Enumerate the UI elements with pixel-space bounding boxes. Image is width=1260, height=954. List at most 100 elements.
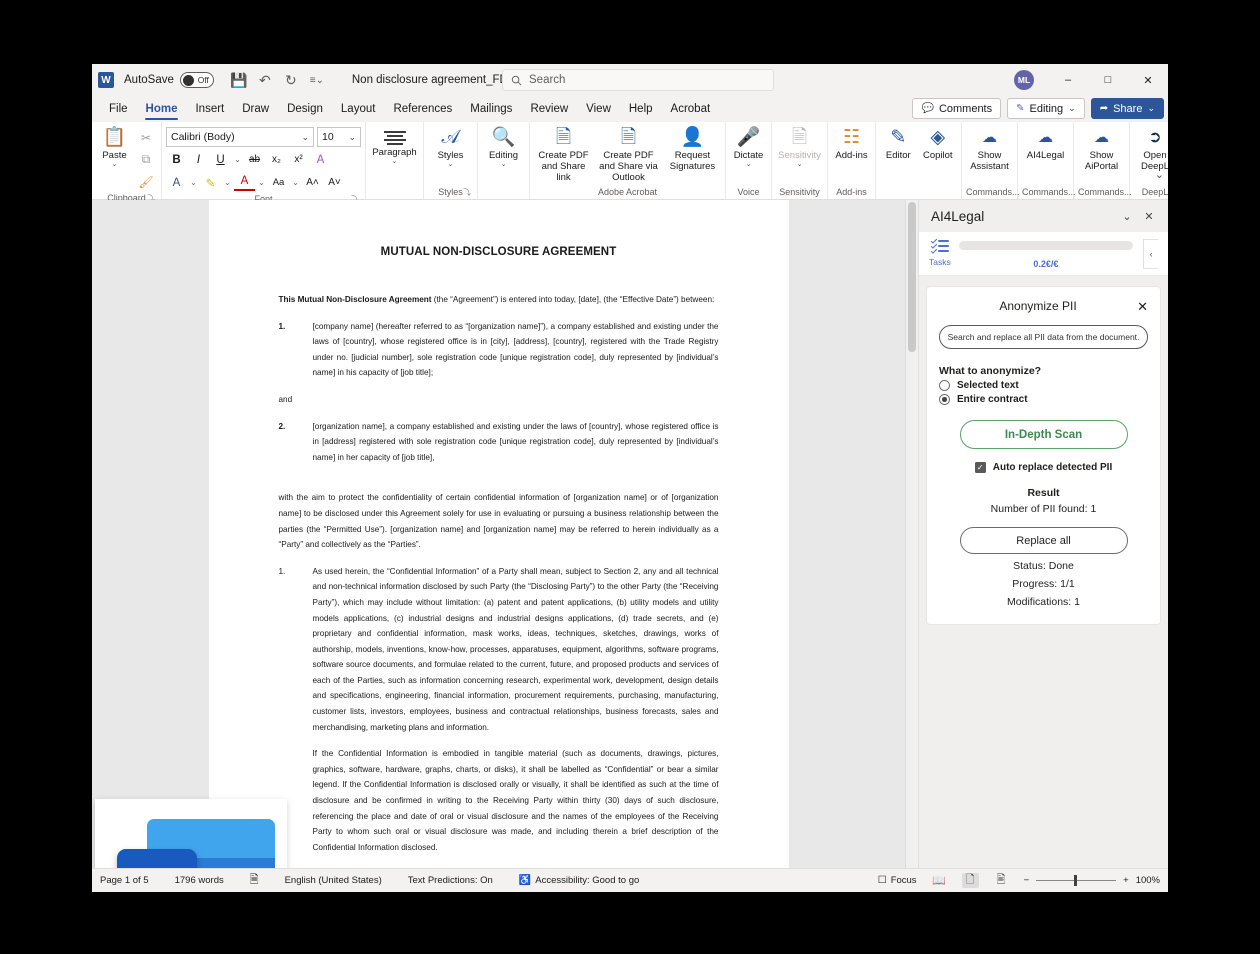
tab-draw[interactable]: Draw (233, 96, 278, 122)
page-indicator[interactable]: Page 1 of 5 (100, 875, 149, 886)
radio-option-entire-contract[interactable]: Entire contract (939, 394, 1028, 405)
comments-button[interactable]: 💬 Comments (912, 98, 1002, 119)
auto-replace-checkbox-row[interactable]: ✓ Auto replace detected PII (974, 462, 1112, 473)
radio-option-selected-text[interactable]: Selected text (939, 380, 1019, 391)
zoom-in-button[interactable]: + (1123, 875, 1129, 886)
grow-font-button[interactable]: A˄ (302, 172, 323, 193)
share-button[interactable]: ➦ Share ⌄ (1090, 98, 1164, 119)
document-scroll-area[interactable]: MUTUAL NON-DISCLOSURE AGREEMENT This Mut… (92, 200, 905, 868)
save-icon[interactable]: 💾 (226, 68, 252, 92)
paste-button[interactable]: 📋 Paste ⌄ (96, 125, 133, 169)
sensitivity-button[interactable]: 🗎 Sensitivity ⌄ (776, 125, 823, 169)
zoom-control[interactable]: − + 100% (1024, 874, 1160, 886)
strikethrough-button[interactable]: ab (244, 149, 265, 170)
read-mode-icon[interactable]: 📖 (931, 873, 948, 888)
in-depth-scan-button[interactable]: In-Depth Scan (959, 420, 1128, 449)
font-size-select[interactable]: 10 ⌄ (317, 127, 361, 147)
accessibility-label: Accessibility: Good to go (535, 875, 640, 886)
change-case-caret-icon[interactable]: ⌄ (290, 172, 301, 193)
group-label-editing (482, 186, 525, 199)
zoom-out-button[interactable]: − (1024, 875, 1030, 886)
dictate-button[interactable]: 🎤 Dictate ⌄ (730, 125, 767, 169)
copy-icon[interactable]: ⧉ (135, 149, 157, 170)
document-vertical-scrollbar[interactable] (905, 200, 918, 868)
undo-icon[interactable]: ↶ (252, 68, 278, 92)
tab-file[interactable]: File (100, 96, 137, 122)
search-input[interactable]: Search (502, 69, 774, 91)
create-pdf-outlook-button[interactable]: 🗎 Create PDF and Share via Outlook (597, 125, 660, 183)
tab-home[interactable]: Home (137, 96, 187, 122)
word-count[interactable]: 1796 words (175, 875, 224, 886)
zoom-level[interactable]: 100% (1136, 875, 1160, 886)
text-color-button[interactable]: A (234, 172, 255, 191)
tab-references[interactable]: References (384, 96, 461, 122)
replace-all-button[interactable]: Replace all (959, 527, 1128, 554)
tab-view[interactable]: View (577, 96, 620, 122)
superscript-button[interactable]: x² (288, 149, 309, 170)
proofing-errors-icon[interactable]: 🗎 (250, 871, 259, 890)
editing-button[interactable]: 🔍 Editing ⌄ (482, 125, 525, 169)
customize-quick-access-icon[interactable]: ≡⌄ (304, 68, 330, 92)
underline-caret-icon[interactable]: ⌄ (232, 149, 243, 170)
panel-close-icon[interactable]: ✕ (1138, 205, 1160, 227)
font-color-button[interactable]: A (166, 172, 187, 193)
focus-button[interactable]: ☐ Focus (878, 875, 917, 886)
bold-button[interactable]: B (166, 149, 187, 170)
shrink-font-button[interactable]: A˅ (324, 172, 345, 193)
show-aiportal-button[interactable]: ☁ Show AiPortal (1078, 125, 1125, 172)
create-pdf-share-link-button[interactable]: 🗎 Create PDF and Share link (534, 125, 593, 183)
document-page[interactable]: MUTUAL NON-DISCLOSURE AGREEMENT This Mut… (208, 200, 789, 868)
show-assistant-button[interactable]: ☁ Show Assistant (966, 125, 1013, 172)
collapse-ribbon-icon[interactable]: ⌄ (1155, 168, 1164, 181)
zoom-slider-thumb[interactable] (1074, 874, 1078, 886)
change-case-button[interactable]: Aa (268, 172, 289, 193)
tab-help[interactable]: Help (620, 96, 662, 122)
text-color-caret-icon[interactable]: ⌄ (256, 172, 267, 193)
underline-button[interactable]: U (210, 149, 231, 170)
styles-icon: 𝒜 (441, 127, 460, 148)
minimize-button[interactable]: – (1048, 64, 1088, 96)
font-name-select[interactable]: Calibri (Body) ⌄ (166, 127, 314, 147)
request-signatures-button[interactable]: 👤 Request Signatures (664, 125, 721, 172)
highlight-color-button[interactable]: ✎ (200, 172, 221, 193)
print-layout-icon[interactable]: 🗋 (961, 873, 979, 888)
paragraph-button[interactable]: Paragraph ⌄ (370, 125, 419, 166)
editing-mode-button[interactable]: ✎ Editing ⌄ (1007, 98, 1085, 119)
editor-button[interactable]: ✎ Editor (880, 125, 917, 161)
tab-acrobat[interactable]: Acrobat (662, 96, 720, 122)
avatar[interactable]: ML (1014, 70, 1034, 90)
panel-side-collapse-icon[interactable]: ‹ (1143, 239, 1158, 269)
italic-button[interactable]: I (188, 149, 209, 170)
close-button[interactable]: ✕ (1128, 64, 1168, 96)
chevron-down-icon: ⌄ (745, 161, 752, 168)
web-layout-icon[interactable]: 🖹 (993, 873, 1010, 888)
ai4legal-button[interactable]: ☁ AI4Legal (1022, 125, 1069, 161)
language-indicator[interactable]: English (United States) (285, 875, 382, 886)
highlight-caret-icon[interactable]: ⌄ (222, 172, 233, 193)
tab-mailings[interactable]: Mailings (461, 96, 521, 122)
tab-design[interactable]: Design (278, 96, 332, 122)
format-painter-icon[interactable]: 🖌 (135, 171, 157, 192)
copilot-button[interactable]: ◈ Copilot (919, 125, 957, 161)
zoom-slider[interactable] (1036, 874, 1117, 886)
tab-layout[interactable]: Layout (332, 96, 385, 122)
scrollbar-thumb[interactable] (908, 202, 916, 352)
tasks-button[interactable]: Tasks (929, 237, 951, 267)
add-ins-button[interactable]: ☷ Add-ins (832, 125, 871, 161)
text-effects-button[interactable]: A (310, 149, 331, 170)
open-deepl-button[interactable]: ➲ Open DeepL (1134, 125, 1168, 172)
font-color-caret-icon[interactable]: ⌄ (188, 172, 199, 193)
autosave-toggle[interactable]: Off (179, 72, 214, 88)
accessibility-indicator[interactable]: ♿ Accessibility: Good to go (519, 875, 639, 886)
tab-review[interactable]: Review (521, 96, 577, 122)
subscript-button[interactable]: x₂ (266, 149, 287, 170)
styles-button[interactable]: 𝒜 Styles ⌄ (428, 125, 473, 169)
panel-collapse-icon[interactable]: ⌄ (1116, 205, 1138, 227)
cut-icon[interactable]: ✂ (135, 127, 157, 148)
tab-insert[interactable]: Insert (186, 96, 233, 122)
card-close-icon[interactable]: ✕ (1137, 300, 1148, 313)
text-predictions-indicator[interactable]: Text Predictions: On (408, 875, 493, 886)
dialog-launcher-icon[interactable]: ⤵ (463, 186, 471, 199)
maximize-button[interactable]: □ (1088, 64, 1128, 96)
redo-icon[interactable]: ↻ (278, 68, 304, 92)
